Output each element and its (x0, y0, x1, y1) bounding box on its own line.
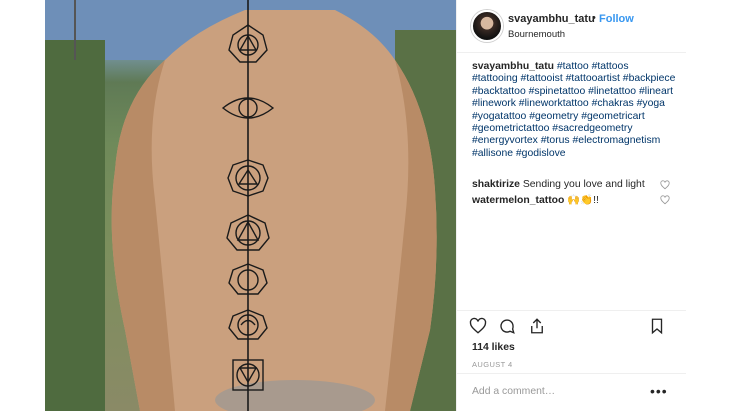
add-comment-input[interactable]: Add a comment… (472, 386, 555, 397)
hashtag-link[interactable]: #lineart (639, 86, 673, 97)
follow-button[interactable]: Follow (599, 13, 634, 25)
caption-username[interactable]: svayambhu_tatu (472, 61, 554, 72)
post-side-panel: svayambhu_tatu • Follow Bournemouth svay… (456, 0, 686, 411)
hashtag-link[interactable]: #backpiece (623, 73, 676, 84)
hashtag-link[interactable]: #backtattoo (472, 86, 526, 97)
hashtag-link[interactable]: #tattooartist (566, 73, 620, 84)
hashtag-link[interactable]: #linework (472, 98, 516, 109)
hashtag-link[interactable]: #linetattoo (588, 86, 636, 97)
avatar[interactable] (471, 10, 503, 42)
comment-1: shaktirize Sending you love and light (472, 178, 662, 191)
hashtag-link[interactable]: #tattoos (592, 61, 629, 72)
separator-dot: • (592, 12, 596, 24)
comment-text: 🙌👏!! (567, 195, 599, 206)
comment-username[interactable]: watermelon_tattoo (472, 195, 564, 206)
header-username[interactable]: svayambhu_tatu (508, 13, 595, 25)
comment-2: watermelon_tattoo 🙌👏!! (472, 194, 662, 207)
hashtag-link[interactable]: #chakras (592, 98, 634, 109)
hashtag-link[interactable]: #geometricart (581, 111, 645, 122)
likes-count[interactable]: 114 likes (472, 342, 515, 353)
hashtag-link[interactable]: #allisone (472, 148, 513, 159)
more-icon[interactable]: ••• (650, 383, 668, 399)
hashtag-link[interactable]: #geometry (529, 111, 578, 122)
back-tattoo-image (45, 0, 456, 411)
hashtag-link[interactable]: #electromagnetism (573, 135, 661, 146)
location-link[interactable]: Bournemouth (508, 29, 565, 40)
hashtag-link[interactable]: #tattooing (472, 73, 518, 84)
hashtag-link[interactable]: #sacredgeometry (552, 123, 632, 134)
hashtag-link[interactable]: #tattoo (557, 61, 589, 72)
post-photo[interactable] (45, 0, 456, 411)
hashtag-link[interactable]: #geometrictattoo (472, 123, 549, 134)
actions-divider (457, 310, 686, 311)
bookmark-icon[interactable] (648, 317, 666, 335)
caption: svayambhu_tatu #tattoo #tattoos #tattooi… (472, 61, 677, 160)
caption-tags: #tattoo #tattoos #tattooing #tattooist #… (472, 61, 675, 159)
heart-icon[interactable] (660, 195, 670, 205)
share-icon[interactable] (528, 317, 546, 335)
heart-icon[interactable] (469, 317, 487, 335)
hashtag-link[interactable]: #energyvortex (472, 135, 538, 146)
hashtag-link[interactable]: #spinetattoo (529, 86, 586, 97)
hashtag-link[interactable]: #yoga (637, 98, 665, 109)
comment-text: Sending you love and light (522, 179, 645, 190)
comment-username[interactable]: shaktirize (472, 179, 520, 190)
hashtag-link[interactable]: #tattooist (521, 73, 563, 84)
post-date[interactable]: AUGUST 4 (472, 360, 513, 369)
hashtag-link[interactable]: #yogatattoo (472, 111, 526, 122)
hashtag-link[interactable]: #godislove (516, 148, 566, 159)
heart-icon[interactable] (660, 180, 670, 190)
comment-icon[interactable] (498, 317, 516, 335)
hashtag-link[interactable]: #lineworktattoo (519, 98, 589, 109)
hashtag-link[interactable]: #torus (541, 135, 570, 146)
